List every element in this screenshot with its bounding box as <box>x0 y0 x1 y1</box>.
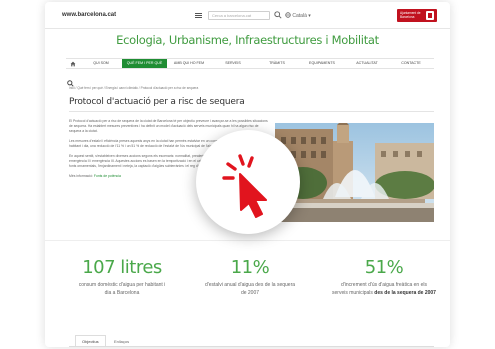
title-divider <box>69 111 434 112</box>
stat-value: 51% <box>364 257 404 278</box>
nav-item-que-fem[interactable]: Què fem i per què <box>122 59 167 68</box>
nav-item-qui-som[interactable]: Qui som <box>80 59 122 68</box>
nav-item-contacte[interactable]: Contacte <box>389 59 433 68</box>
stat-line: de 2007 <box>240 290 260 296</box>
search-input[interactable]: Cerca a barcelona.cat <box>208 11 270 20</box>
stat-line: d'estalvi anual d'aigua des de la sequer… <box>204 282 296 288</box>
stat-line: d'increment d'ús d'aigua freàtica en els <box>341 282 427 288</box>
tab-objectius[interactable]: Objectius <box>75 335 106 346</box>
nav-item-serveis[interactable]: Serveis <box>211 59 255 68</box>
language-label: Català <box>292 13 307 19</box>
stat-value: 107 litres <box>82 257 162 278</box>
breadcrumb[interactable]: Inici / Què fem i per què / Energia i ca… <box>69 86 198 90</box>
globe-icon <box>285 12 291 18</box>
logo-text: Ajuntament de Barcelona <box>400 11 421 19</box>
more-info-label: Més informació: <box>69 174 93 178</box>
nav-item-tramits[interactable]: Tràmits <box>255 59 299 68</box>
stat-value: 11% <box>230 257 270 278</box>
stats-divider <box>45 240 450 241</box>
stat-line: consum domèstic d'aigua per habitant i <box>78 282 166 288</box>
stat-emphasis: des de la sequera de 2007 <box>374 290 436 296</box>
main-nav: Qui som Què fem i per què Amb qui ho fem… <box>66 58 434 69</box>
city-logo[interactable]: Ajuntament de Barcelona <box>397 9 437 22</box>
language-selector[interactable]: Català ▾ <box>285 12 311 19</box>
cursor-click-icon <box>222 154 267 218</box>
nav-item-amb-qui[interactable]: Amb qui ho fem <box>167 59 211 68</box>
stat-description: d'estalvi anual d'aigua des de la sequer… <box>195 281 305 297</box>
search-icon[interactable] <box>274 11 282 22</box>
stat-groundwater: 51% d'increment d'ús d'aigua freàtica en… <box>323 257 445 297</box>
stat-annual-saving: 11% d'estalvi anual d'aigua des de la se… <box>195 257 305 297</box>
stat-line: serveis municipals <box>332 290 373 296</box>
home-icon[interactable] <box>66 59 80 68</box>
site-header: www.barcelona.cat Cerca a barcelona.cat … <box>45 2 450 28</box>
page-title: Protocol d'actuació per a risc de sequer… <box>69 97 245 107</box>
logo-mark-icon <box>426 11 434 20</box>
stat-line: dia a Barcelona <box>104 290 140 296</box>
stat-description: consum domèstic d'aigua per habitant i d… <box>67 281 177 297</box>
chevron-down-icon: ▾ <box>308 13 311 19</box>
nav-item-equipaments[interactable]: Equipaments <box>299 59 345 68</box>
click-badge <box>196 130 300 234</box>
stat-consumption: 107 litres consum domèstic d'aigua per h… <box>67 257 177 297</box>
nav-item-actualitat[interactable]: Actualitat <box>345 59 389 68</box>
site-url[interactable]: www.barcelona.cat <box>62 12 116 18</box>
area-title: Ecologia, Urbanisme, Infraestructures i … <box>116 33 379 47</box>
more-info-link[interactable]: Fonts de potència <box>94 174 121 178</box>
menu-icon[interactable] <box>195 13 202 18</box>
stat-description: d'increment d'ús d'aigua freàtica en els… <box>323 281 445 297</box>
header-divider <box>45 28 450 29</box>
tab-enllacos[interactable]: Enllaços <box>107 335 137 346</box>
